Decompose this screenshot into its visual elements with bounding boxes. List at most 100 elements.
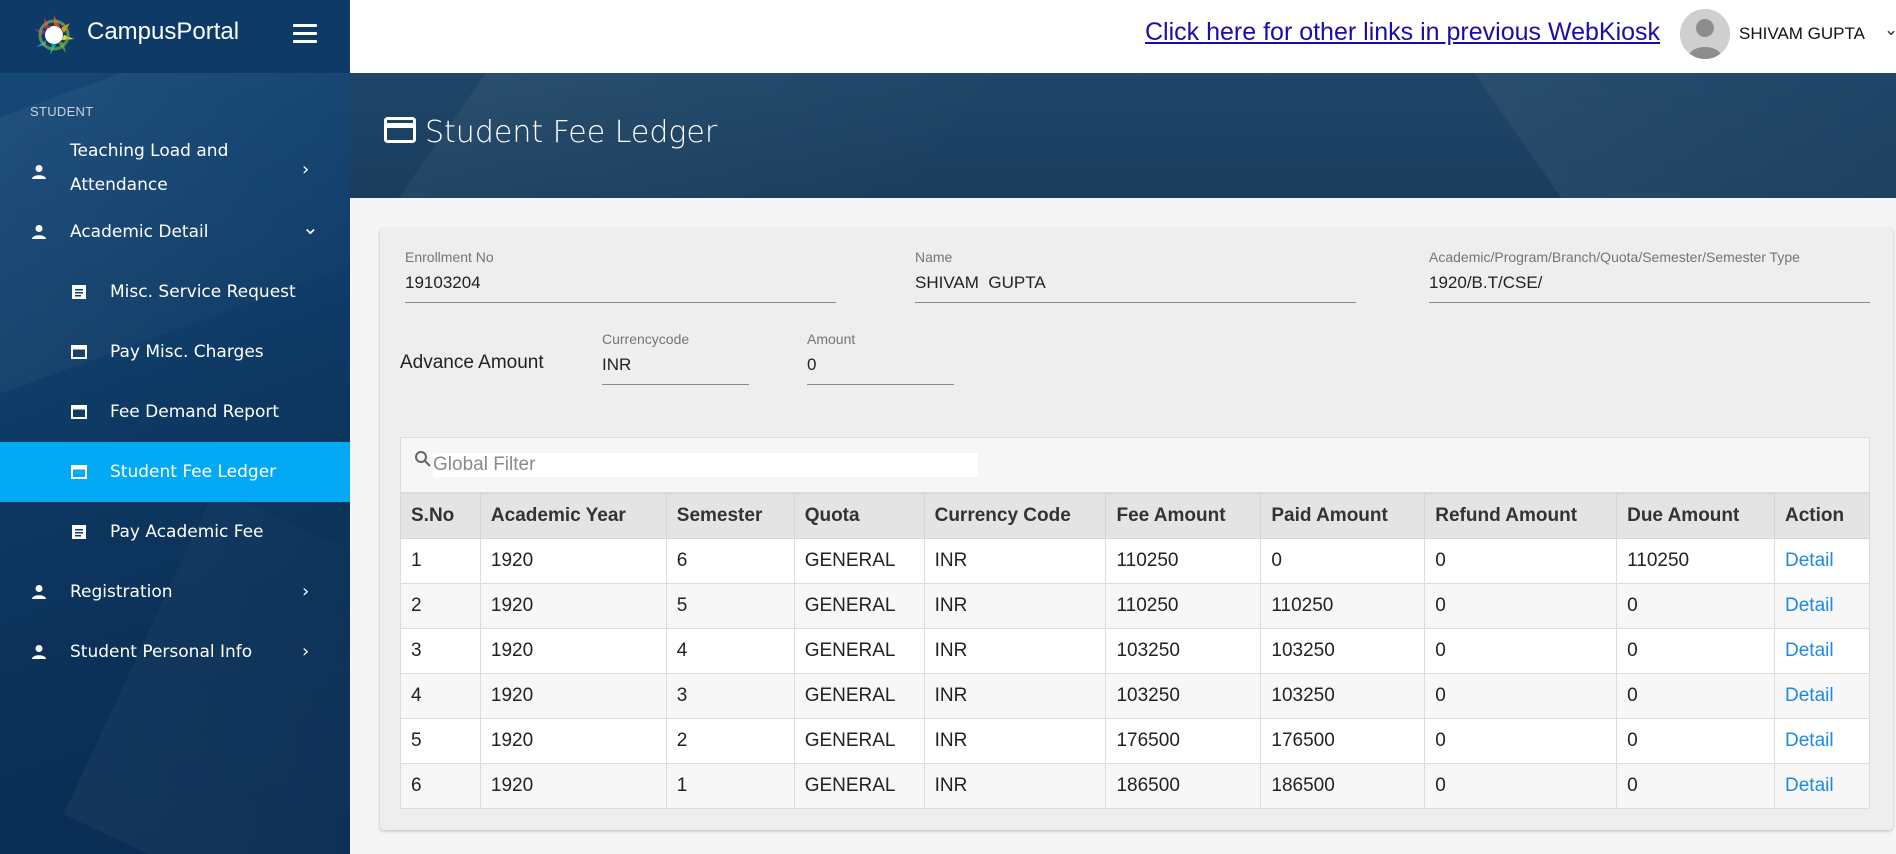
sidebar-item-teaching-load[interactable]: Teaching Load and Attendance › — [0, 134, 350, 214]
global-filter-input[interactable] — [433, 453, 978, 477]
cell-quota: GENERAL — [793, 583, 925, 629]
cell-academic-year: 1920 — [479, 538, 667, 584]
avatar[interactable] — [1680, 9, 1730, 59]
webkiosk-link[interactable]: Click here for other links in previous W… — [1145, 18, 1660, 47]
menu-toggle-icon[interactable] — [293, 24, 317, 44]
sidebar: CampusPortal STUDENT Teaching Load and A… — [0, 0, 350, 854]
sidebar-item-label: Pay Academic Fee — [110, 522, 264, 542]
cell-paid-amount: 186500 — [1260, 763, 1426, 809]
amount-label: Amount — [807, 331, 856, 347]
cell-paid-amount: 110250 — [1260, 583, 1426, 629]
sidebar-item-pay-misc-charges[interactable]: Pay Misc. Charges — [0, 335, 350, 369]
cell-sno: 5 — [400, 718, 481, 764]
detail-link[interactable]: Detail — [1774, 583, 1870, 629]
sidebar-item-label: Teaching Load and — [70, 141, 229, 161]
cell-refund-amount: 0 — [1424, 538, 1618, 584]
cell-sno: 3 — [400, 628, 481, 674]
program-field: Academic/Program/Branch/Quota/Semester/S… — [1429, 249, 1870, 303]
cell-paid-amount: 103250 — [1260, 628, 1426, 674]
column-header-currency-code[interactable]: Currency Code — [923, 493, 1107, 539]
table-row: 5 1920 2 GENERAL INR 176500 176500 0 0 D… — [400, 718, 1870, 764]
cell-refund-amount: 0 — [1424, 628, 1618, 674]
cell-sno: 6 — [400, 763, 481, 809]
page-title: Student Fee Ledger — [425, 115, 718, 150]
sidebar-item-label: Pay Misc. Charges — [110, 342, 264, 362]
sidebar-item-misc-service-request[interactable]: Misc. Service Request — [0, 275, 350, 309]
cell-due-amount: 110250 — [1616, 538, 1775, 584]
advance-amount-label: Advance Amount — [400, 352, 544, 373]
sidebar-section-label: STUDENT — [30, 104, 94, 119]
person-icon — [32, 165, 46, 179]
currency-value[interactable]: INR — [602, 355, 749, 385]
cell-due-amount: 0 — [1616, 628, 1775, 674]
cell-due-amount: 0 — [1616, 763, 1775, 809]
chevron-down-icon[interactable]: ⌄ — [1884, 20, 1896, 40]
app-name: CampusPortal — [87, 18, 240, 45]
column-header-academic-year[interactable]: Academic Year — [479, 493, 667, 539]
sidebar-item-label: Student Personal Info — [70, 642, 253, 662]
column-header-refund-amount[interactable]: Refund Amount — [1424, 493, 1618, 539]
detail-link[interactable]: Detail — [1774, 718, 1870, 764]
name-value[interactable]: SHIVAM GUPTA — [915, 273, 1356, 303]
column-header-sno[interactable]: S.No — [400, 493, 481, 539]
cell-academic-year: 1920 — [479, 763, 667, 809]
detail-link[interactable]: Detail — [1774, 628, 1870, 674]
sidebar-item-academic-detail[interactable]: Academic Detail ⌄ — [0, 215, 350, 249]
cell-currency-code: INR — [923, 538, 1107, 584]
user-name[interactable]: SHIVAM GUPTA — [1739, 24, 1865, 44]
cell-semester: 4 — [665, 628, 795, 674]
column-header-quota[interactable]: Quota — [793, 493, 925, 539]
fee-ledger-card: Enrollment No 19103204 Name SHIVAM GUPTA… — [380, 228, 1893, 830]
sidebar-item-label: Fee Demand Report — [110, 402, 280, 422]
sidebar-item-student-personal-info[interactable]: Student Personal Info › — [0, 635, 350, 669]
cell-refund-amount: 0 — [1424, 583, 1618, 629]
sidebar-item-student-fee-ledger[interactable]: Student Fee Ledger — [0, 442, 350, 502]
sidebar-item-fee-demand-report[interactable]: Fee Demand Report — [0, 395, 350, 429]
document-icon — [72, 525, 86, 539]
cell-academic-year: 1920 — [479, 628, 667, 674]
enrollment-value[interactable]: 19103204 — [405, 273, 836, 303]
enrollment-field: Enrollment No 19103204 — [405, 249, 836, 303]
cell-sno: 1 — [400, 538, 481, 584]
column-header-action: Action — [1774, 493, 1870, 539]
sidebar-item-registration[interactable]: Registration › — [0, 575, 350, 609]
program-value[interactable]: 1920/B.T/CSE/ — [1429, 273, 1870, 303]
cell-semester: 5 — [665, 583, 795, 629]
column-header-fee-amount[interactable]: Fee Amount — [1105, 493, 1262, 539]
cell-academic-year: 1920 — [479, 718, 667, 764]
cell-semester: 3 — [665, 673, 795, 719]
cell-fee-amount: 103250 — [1105, 673, 1262, 719]
cell-fee-amount: 176500 — [1105, 718, 1262, 764]
detail-link[interactable]: Detail — [1774, 673, 1870, 719]
chevron-right-icon: › — [302, 641, 310, 662]
cell-semester: 1 — [665, 763, 795, 809]
sidebar-item-label: Registration — [70, 582, 173, 602]
name-field: Name SHIVAM GUPTA — [915, 249, 1356, 303]
user-avatar-icon — [1680, 9, 1730, 59]
table-row: 3 1920 4 GENERAL INR 103250 103250 0 0 D… — [400, 628, 1870, 674]
detail-link[interactable]: Detail — [1774, 763, 1870, 809]
cell-paid-amount: 176500 — [1260, 718, 1426, 764]
amount-value[interactable]: 0 — [807, 355, 954, 385]
cell-fee-amount: 110250 — [1105, 583, 1262, 629]
cell-academic-year: 1920 — [479, 583, 667, 629]
currency-label: Currencycode — [602, 331, 690, 347]
credit-card-icon — [384, 117, 416, 143]
table-header-row: S.No Academic Year Semester Quota Curren… — [400, 493, 1870, 539]
cell-quota: GENERAL — [793, 718, 925, 764]
brand-bar: CampusPortal — [0, 0, 350, 73]
fee-ledger-table: S.No Academic Year Semester Quota Curren… — [400, 493, 1870, 809]
detail-link[interactable]: Detail — [1774, 538, 1870, 584]
window-icon — [71, 465, 87, 479]
sidebar-item-pay-academic-fee[interactable]: Pay Academic Fee — [0, 515, 350, 549]
column-header-paid-amount[interactable]: Paid Amount — [1260, 493, 1426, 539]
person-icon — [32, 585, 46, 599]
column-header-semester[interactable]: Semester — [665, 493, 795, 539]
sidebar-item-label-line2: Attendance — [70, 175, 168, 195]
sidebar-item-label: Academic Detail — [70, 222, 209, 242]
column-header-due-amount[interactable]: Due Amount — [1616, 493, 1775, 539]
person-icon — [32, 225, 46, 239]
window-icon — [71, 405, 87, 419]
enrollment-label: Enrollment No — [405, 249, 494, 265]
cell-due-amount: 0 — [1616, 718, 1775, 764]
